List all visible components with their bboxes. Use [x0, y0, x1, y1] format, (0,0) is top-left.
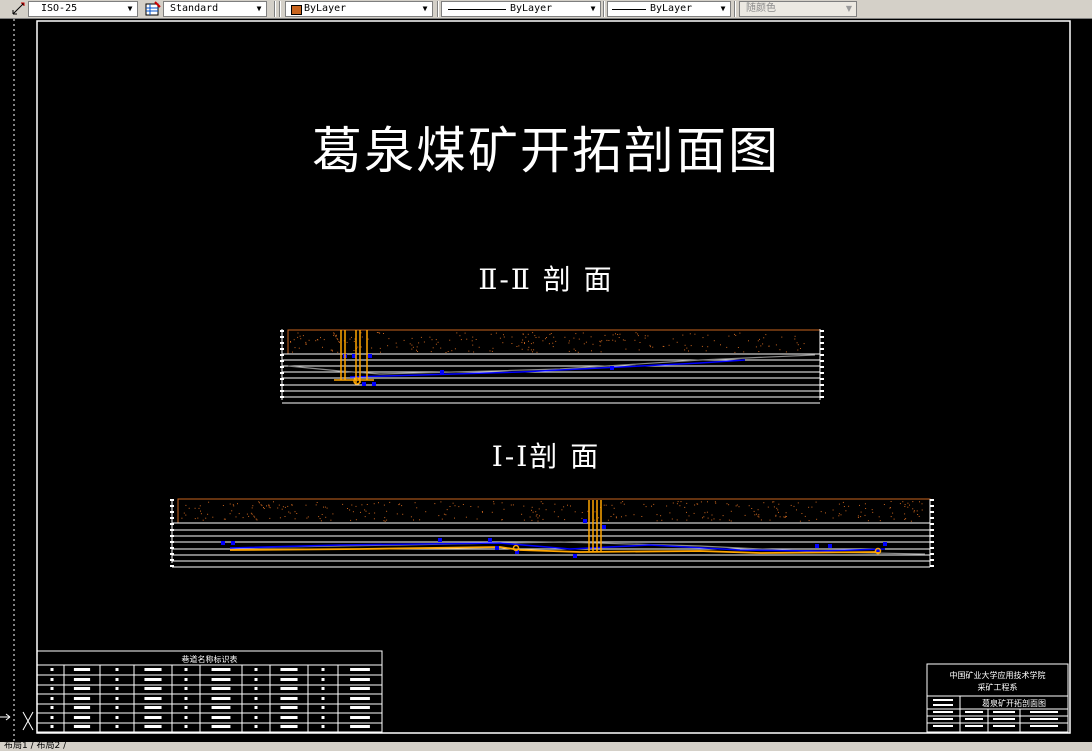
- linetype-sample: [448, 9, 506, 10]
- layout-tabs[interactable]: 布局1 / 布局2 /: [4, 742, 66, 751]
- titleblock-institution: 中国矿业大学应用技术学院: [949, 671, 1046, 680]
- titleblock-department: 采矿工程系: [977, 683, 1018, 692]
- chevron-down-icon: ▼: [127, 4, 133, 13]
- titleblock-drawing-name: 葛泉矿开拓剖面图: [982, 699, 1046, 708]
- chevron-down-icon: ▼: [256, 4, 262, 13]
- chevron-down-icon: ▼: [845, 4, 853, 13]
- legend-table-title: 巷道名称标识表: [181, 655, 238, 664]
- toolbar-separator: [437, 1, 439, 17]
- section-2-profile: [280, 329, 824, 404]
- lineweight-value: ByLayer: [650, 3, 693, 14]
- table-style-icon[interactable]: [145, 1, 161, 17]
- linetype-value: ByLayer: [510, 3, 553, 14]
- chevron-down-icon: ▼: [422, 4, 428, 13]
- toolbar-separator: [603, 1, 605, 17]
- section-2-label: Ⅱ-Ⅱ 剖 面: [478, 263, 614, 296]
- properties-toolbar: ISO-25 ▼ Standard ▼ ByLayer ▼ ByLayer ▼ …: [0, 0, 1092, 19]
- plot-style-dropdown[interactable]: 随颜色 ▼: [739, 1, 857, 17]
- lineweight-control-dropdown[interactable]: ByLayer ▼: [607, 1, 731, 17]
- linetype-control-dropdown[interactable]: ByLayer ▼: [441, 1, 601, 17]
- toolbar-separator: [279, 1, 281, 17]
- drawing-title: 葛泉煤矿开拓剖面图: [312, 122, 780, 180]
- plot-style-value: 随颜色: [746, 3, 776, 14]
- color-control-dropdown[interactable]: ByLayer ▼: [285, 1, 433, 17]
- ucs-icon: [0, 711, 34, 731]
- color-value: ByLayer: [304, 3, 347, 14]
- toolbar-separator: [734, 1, 736, 17]
- section-1-profile: [170, 498, 934, 568]
- table-style-dropdown[interactable]: Standard ▼: [163, 1, 267, 17]
- dimension-style-value: ISO-25: [41, 3, 78, 14]
- chevron-down-icon: ▼: [590, 4, 596, 13]
- table-style-value: Standard: [170, 3, 219, 14]
- dimension-style-icon[interactable]: [11, 1, 27, 17]
- color-swatch-icon: [291, 5, 302, 15]
- dimension-style-dropdown[interactable]: ISO-25 ▼: [28, 1, 138, 17]
- drawing-canvas[interactable]: 葛泉煤矿开拓剖面图 Ⅱ-Ⅱ 剖 面 Ⅰ-Ⅰ剖 面 巷道名称标识表 中国矿业大学应…: [0, 19, 1092, 742]
- toolbar-separator: [274, 1, 276, 17]
- chevron-down-icon: ▼: [720, 4, 726, 13]
- lineweight-sample: [612, 9, 646, 10]
- layout-tabs-bar: 布局1 / 布局2 /: [0, 742, 1092, 751]
- section-1-label: Ⅰ-Ⅰ剖 面: [491, 440, 601, 473]
